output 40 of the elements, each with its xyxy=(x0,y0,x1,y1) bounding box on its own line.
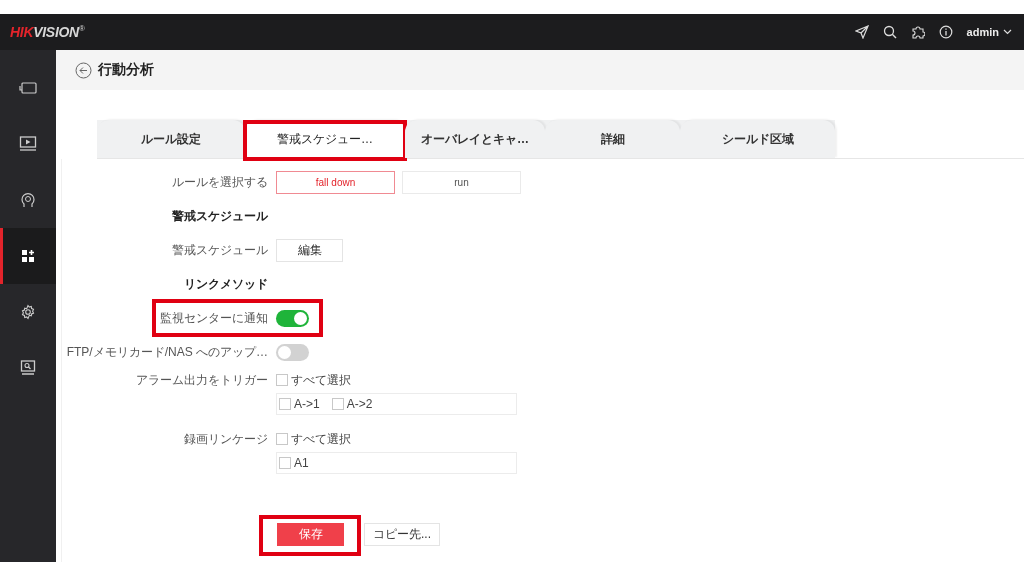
caret-icon xyxy=(1003,29,1012,35)
device-icon xyxy=(19,82,37,94)
field-label: 監視センターに通知 xyxy=(159,309,268,327)
rule-option[interactable]: run xyxy=(402,170,521,194)
toggle-switch[interactable] xyxy=(276,343,309,361)
edit-button[interactable]: 編集 xyxy=(276,238,343,262)
tab[interactable]: シールド区域 xyxy=(680,120,835,158)
field-label: ルールを選択する xyxy=(171,173,268,191)
field-label: アラーム出力をトリガー xyxy=(135,371,268,389)
checkbox[interactable]: すべて選択 xyxy=(276,371,351,389)
back-icon[interactable] xyxy=(75,61,92,79)
section-heading: リンクメソッド xyxy=(183,275,268,293)
checkbox[interactable]: A->1 xyxy=(279,397,320,411)
search-icon[interactable] xyxy=(882,25,897,39)
page-title: 行動分析 xyxy=(98,61,154,79)
logo: HIKVISION$^{®}$ xyxy=(10,24,85,40)
toggle-switch[interactable] xyxy=(276,309,309,327)
gear-icon xyxy=(20,304,36,320)
checkbox[interactable]: A->2 xyxy=(331,397,373,411)
screen-search-icon xyxy=(20,360,36,376)
checkbox[interactable]: すべて選択 xyxy=(276,430,351,448)
puzzle-icon[interactable] xyxy=(910,25,925,39)
copy-button[interactable]: コピー先... xyxy=(364,523,440,546)
head-icon xyxy=(20,192,36,208)
field-label: 録画リンケージ xyxy=(183,430,268,448)
rule-option[interactable]: fall down xyxy=(276,170,395,194)
tab[interactable]: ルール設定 xyxy=(97,120,245,158)
send-icon[interactable] xyxy=(854,25,869,39)
grid-icon xyxy=(21,249,35,263)
section-heading: 警戒スケジュール xyxy=(171,207,268,225)
sidebar-item[interactable] xyxy=(0,228,56,284)
save-button[interactable]: 保存 xyxy=(277,523,344,546)
checkbox[interactable]: A1 xyxy=(279,456,309,470)
tab[interactable]: オーバレイとキャ… xyxy=(405,120,545,158)
tab[interactable]: 詳細 xyxy=(545,120,680,158)
field-label: 警戒スケジュール xyxy=(171,241,268,259)
info-icon[interactable] xyxy=(938,25,953,39)
user-menu[interactable]: admin xyxy=(966,26,1012,38)
field-label: FTP/メモリカード/NAS へのアップ… xyxy=(65,343,268,361)
play-screen-icon xyxy=(19,136,37,152)
